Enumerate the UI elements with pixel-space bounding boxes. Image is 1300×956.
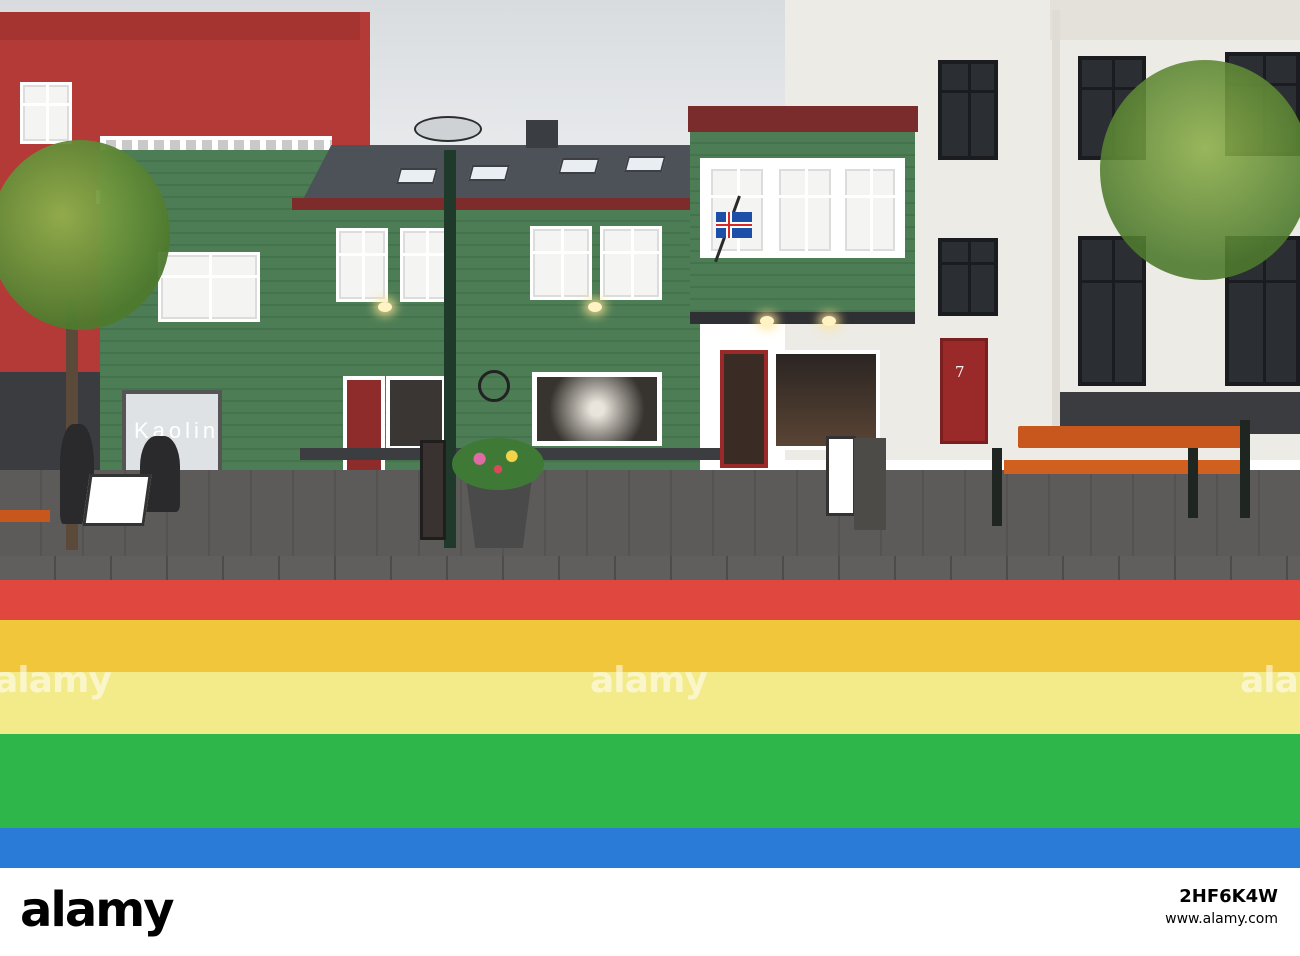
rainbow-stripe — [0, 734, 1300, 828]
image-code: 2HF6K4W — [1179, 886, 1278, 907]
wall-lamp — [822, 316, 836, 326]
iceland-flag — [716, 212, 752, 238]
window — [336, 228, 388, 302]
wall-lamp — [760, 316, 774, 326]
shop-window — [1078, 236, 1146, 386]
watermark-left: alamy — [0, 660, 112, 701]
window — [708, 166, 766, 254]
skylight — [395, 168, 439, 184]
white-building-upper — [1050, 0, 1300, 40]
window — [600, 226, 662, 300]
bench-seat — [0, 510, 50, 522]
alamy-logo: alamy — [20, 882, 175, 938]
bench-leg — [1240, 420, 1250, 518]
watermark-center: alamy — [590, 660, 708, 701]
window — [530, 226, 592, 300]
window — [20, 82, 72, 144]
window — [842, 166, 898, 254]
street-photo: 7 Kaolin alamy alamy ala — [0, 0, 1300, 868]
cafe-door — [720, 350, 768, 468]
chimney — [526, 120, 558, 148]
site-url: www.alamy.com — [1165, 911, 1278, 927]
window — [938, 238, 998, 316]
shop-emblem — [478, 370, 510, 402]
display-window — [532, 372, 662, 446]
bench-leg — [992, 448, 1002, 526]
bay-underside — [690, 312, 915, 324]
skylight — [623, 156, 667, 172]
stone-bollard — [854, 438, 886, 530]
window — [158, 252, 260, 322]
wall-lamp — [588, 302, 602, 312]
house-number: 7 — [955, 363, 965, 381]
window — [938, 60, 998, 160]
sandwich-board — [826, 436, 856, 516]
skylight — [557, 158, 601, 174]
lamp-head — [414, 116, 482, 142]
sidewalk — [0, 470, 1300, 566]
cafe-window — [772, 350, 880, 450]
watermark-right: alamy — [1240, 660, 1300, 701]
eave — [292, 198, 702, 210]
tree-canopy — [1100, 60, 1300, 280]
bench-backrest — [1018, 426, 1246, 448]
window — [776, 166, 834, 254]
bench-leg — [1188, 448, 1198, 518]
sandwich-board — [420, 440, 446, 540]
rainbow-stripe — [0, 828, 1300, 868]
flowers — [452, 438, 544, 490]
rainbow-stripe — [0, 580, 1300, 620]
sandwich-board — [82, 474, 152, 526]
red-building-roof — [0, 12, 360, 40]
skylight — [467, 165, 511, 181]
stock-footer: alamy 2HF6K4W www.alamy.com — [0, 868, 1300, 956]
shop-window — [386, 376, 446, 450]
bench-seat — [1004, 460, 1244, 474]
bay-roof — [688, 106, 918, 132]
image-id-block: 2HF6K4W www.alamy.com — [1165, 886, 1278, 927]
drainpipe — [1052, 10, 1060, 440]
rainbow-road — [0, 580, 1300, 868]
wall-lamp — [378, 302, 392, 312]
red-door: 7 — [940, 338, 988, 444]
